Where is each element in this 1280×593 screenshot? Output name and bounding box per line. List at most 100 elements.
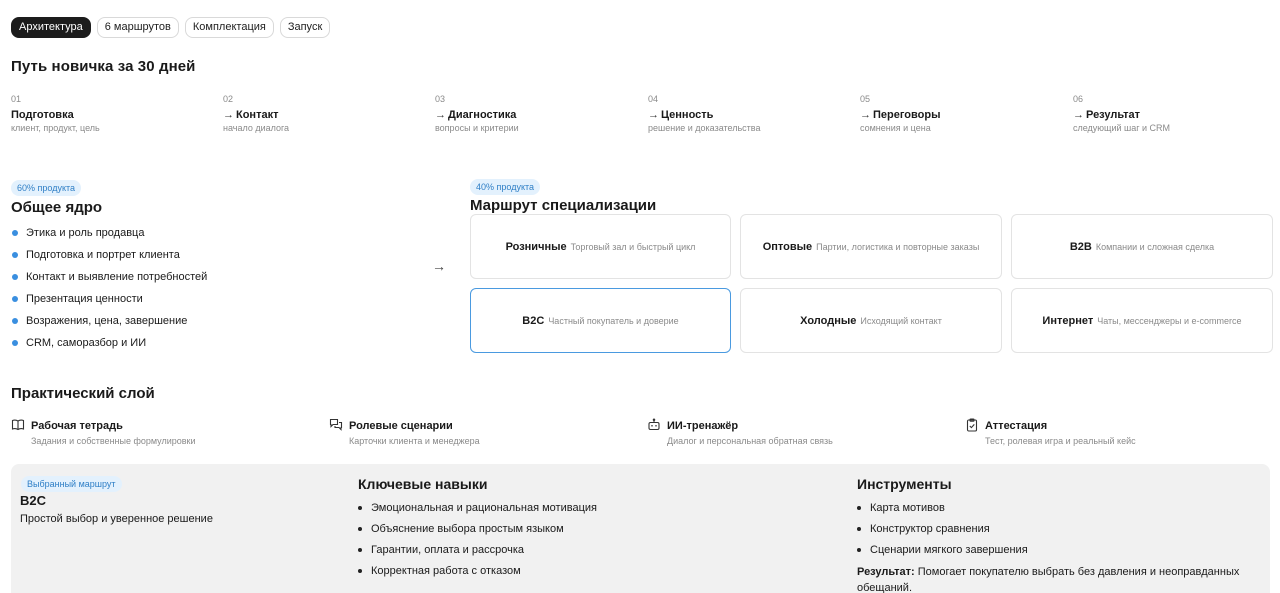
step-number: 04 <box>648 94 659 104</box>
step-name: Переговоры <box>873 109 941 121</box>
route-card-b2b[interactable]: B2B Компании и сложная сделка <box>1011 214 1273 279</box>
route-desc: Исходящий контакт <box>860 315 942 326</box>
tab-equipment[interactable]: Комплектация <box>184 17 274 38</box>
route-card-internet[interactable]: Интернет Чаты, мессенджеры и e-commerce <box>1011 288 1273 353</box>
core-title: Общее ядро <box>11 199 103 216</box>
step-subtitle: клиент, продукт, цель <box>11 123 100 133</box>
route-name: B2B <box>1069 240 1092 253</box>
arrow-right-icon: → <box>432 258 446 274</box>
route-card-cold[interactable]: Холодные Исходящий контакт <box>740 288 1002 353</box>
book-icon <box>11 418 25 432</box>
step-4: 04 → Ценность решение и доказательства <box>648 94 848 133</box>
step-5: 05 → Переговоры сомнения и цена <box>860 94 1060 133</box>
bullet-dot <box>12 296 18 302</box>
selected-route-desc: Простой выбор и уверенное решение <box>20 513 213 525</box>
path-steps: 01 Подготовка клиент, продукт, цель 02 →… <box>11 94 1271 142</box>
step-subtitle: вопросы и критерии <box>435 123 519 133</box>
arrow-right-icon: → <box>435 109 446 121</box>
arrow-right-icon: → <box>1073 109 1084 121</box>
step-name: Ценность <box>661 109 714 121</box>
core-list: Этика и роль продавца Подготовка и портр… <box>11 226 207 358</box>
step-number: 01 <box>11 94 22 104</box>
route-name: Оптовые <box>762 240 813 253</box>
arrow-right-icon: → <box>223 109 234 121</box>
practical-name: Ролевые сценарии <box>349 420 453 432</box>
list-item: Подготовка и портрет клиента <box>11 248 207 270</box>
chat-bubbles-icon <box>329 418 343 432</box>
robot-icon <box>647 418 661 432</box>
bullet-dot <box>358 527 362 531</box>
bullet-dot <box>857 548 861 552</box>
route-cards: Розничные Торговый зал и быстрый цикл Опт… <box>470 214 1273 353</box>
list-item: CRM, саморазбор и ИИ <box>11 336 207 358</box>
practical-desc: Задания и собственные формулировки <box>31 436 196 446</box>
practical-desc: Карточки клиента и менеджера <box>349 436 480 446</box>
route-name: Холодные <box>800 314 857 327</box>
arrow-right-icon: → <box>648 109 659 121</box>
bullet-dot <box>358 569 362 573</box>
list-item: Возражения, цена, завершение <box>11 314 207 336</box>
bullet-dot <box>857 527 861 531</box>
skills-list: Эмоциональная и рациональная мотивация О… <box>356 501 597 585</box>
list-item: Эмоциональная и рациональная мотивация <box>356 501 597 522</box>
tab-launch[interactable]: Запуск <box>279 17 331 38</box>
step-number: 06 <box>1073 94 1084 104</box>
bullet-dot <box>358 506 362 510</box>
list-item: Гарантии, оплата и рассрочка <box>356 543 597 564</box>
tab-routes[interactable]: 6 маршрутов <box>96 17 179 38</box>
route-name: Розничные <box>505 240 567 253</box>
top-tabs: Архитектура 6 маршрутов Комплектация Зап… <box>11 17 331 38</box>
specialization-share-badge: 40% продукта <box>470 179 541 195</box>
route-desc: Частный покупатель и доверие <box>548 315 679 326</box>
tools-title: Инструменты <box>857 476 952 492</box>
tab-architecture[interactable]: Архитектура <box>11 17 91 38</box>
step-3: 03 → Диагностика вопросы и критерии <box>435 94 635 133</box>
step-name: Подготовка <box>11 109 74 121</box>
step-name: Контакт <box>236 109 279 121</box>
list-item: Презентация ценности <box>11 292 207 314</box>
list-item: Конструктор сравнения <box>855 522 1028 543</box>
step-subtitle: следующий шаг и CRM <box>1073 123 1171 133</box>
list-item: Этика и роль продавца <box>11 226 207 248</box>
bullet-dot <box>358 548 362 552</box>
list-item: Сценарии мягкого завершения <box>855 543 1028 564</box>
step-subtitle: сомнения и цена <box>860 123 931 133</box>
tools-list: Карта мотивов Конструктор сравнения Сцен… <box>855 501 1028 564</box>
clipboard-check-icon <box>965 418 979 432</box>
route-name: B2C <box>522 314 545 327</box>
skills-title: Ключевые навыки <box>358 476 488 492</box>
arrow-right-icon: → <box>860 109 871 121</box>
list-item: Объяснение выбора простым языком <box>356 522 597 543</box>
list-item: Карта мотивов <box>855 501 1028 522</box>
step-subtitle: начало диалога <box>223 123 290 133</box>
bullet-dot <box>12 230 18 236</box>
list-item: Корректная работа с отказом <box>356 564 597 585</box>
step-number: 03 <box>435 94 446 104</box>
step-2: 02 → Контакт начало диалога <box>223 94 423 133</box>
practical-name: ИИ-тренажёр <box>667 420 739 432</box>
bullet-dot <box>12 318 18 324</box>
route-card-b2c[interactable]: B2C Частный покупатель и доверие <box>470 288 731 353</box>
step-number: 05 <box>860 94 871 104</box>
route-desc: Чаты, мессенджеры и e-commerce <box>1097 315 1242 326</box>
route-name: Интернет <box>1042 314 1094 327</box>
practical-items: Рабочая тетрадь Задания и собственные фо… <box>11 418 1271 452</box>
step-name: Диагностика <box>448 109 517 121</box>
result-text: Помогает покупателю выбрать без давления… <box>857 566 1240 593</box>
route-card-wholesale[interactable]: Оптовые Партии, логистика и повторные зак… <box>740 214 1002 279</box>
specialization-title: Маршрут специализации <box>470 197 657 214</box>
bullet-dot <box>12 274 18 280</box>
practical-name: Аттестация <box>985 420 1048 432</box>
bullet-dot <box>12 340 18 346</box>
step-subtitle: решение и доказательства <box>648 123 761 133</box>
selected-route-badge: Выбранный маршрут <box>21 476 122 492</box>
list-item: Контакт и выявление потребностей <box>11 270 207 292</box>
selected-route-panel: Выбранный маршрут B2C Простой выбор и ув… <box>11 464 1270 593</box>
selected-route-name: B2C <box>20 493 47 508</box>
step-name: Результат <box>1086 109 1141 121</box>
route-desc: Партии, логистика и повторные заказы <box>816 241 980 252</box>
route-card-retail[interactable]: Розничные Торговый зал и быстрый цикл <box>470 214 731 279</box>
route-desc: Торговый зал и быстрый цикл <box>570 241 696 252</box>
bullet-dot <box>857 506 861 510</box>
core-share-badge: 60% продукта <box>11 180 82 196</box>
